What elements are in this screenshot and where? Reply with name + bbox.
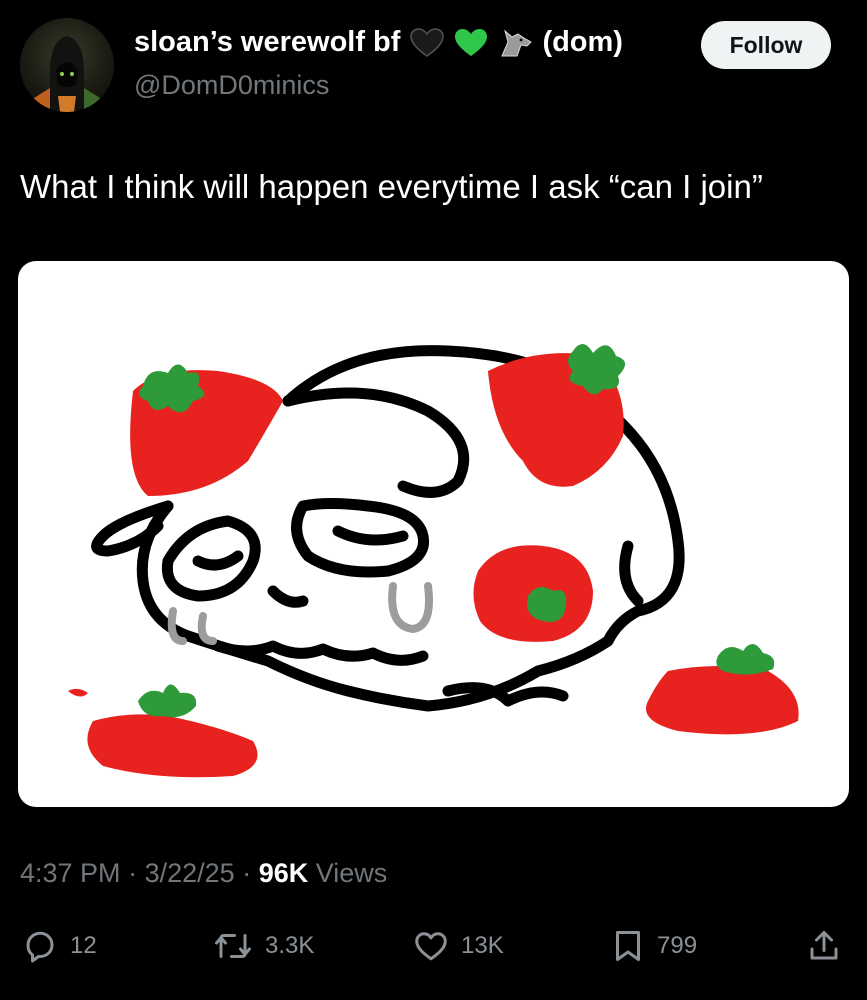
repost-button[interactable]: 3.3K [213,918,314,974]
reply-icon [26,931,54,963]
tweet-text: What I think will happen everytime I ask… [20,168,763,205]
like-button[interactable]: 13K [413,918,504,974]
black-heart-icon [410,27,445,57]
green-heart-icon [455,28,488,56]
bookmark-icon [616,931,640,961]
repost-count: 3.3K [265,932,315,959]
avatar-image [30,36,104,112]
like-count: 13K [461,932,504,959]
reply-count: 12 [70,932,97,959]
avatar[interactable] [20,18,114,112]
views-count: 96K [258,858,309,888]
skull-strawberry-drawing [68,343,799,778]
share-button[interactable] [806,918,842,974]
tweet-date[interactable]: 3/22/25 [145,858,235,888]
display-name-suffix: (dom) [542,26,623,58]
share-icon [810,931,838,960]
follow-button[interactable]: Follow [701,21,831,69]
user-handle[interactable]: @DomD0minics [134,70,329,101]
views-label: Views [315,858,388,888]
tweet-image[interactable] [18,261,849,807]
like-icon [415,932,447,961]
wolf-icon [501,29,533,56]
tweet-time[interactable]: 4:37 PM [20,858,121,888]
meta-separator: · [128,858,138,888]
tweet-meta: 4:37 PM · 3/22/25 · 96K Views [20,858,387,889]
action-bar: 12 3.3K 13K 799 [0,918,867,974]
bookmark-button[interactable]: 799 [611,918,697,974]
display-name[interactable]: sloan’s werewolf bf [134,26,400,59]
bookmark-count: 799 [657,932,698,959]
meta-separator: · [242,858,252,888]
display-name-row[interactable]: sloan’s werewolf bf (dom) [134,26,623,59]
repost-icon [215,934,251,958]
reply-button[interactable]: 12 [22,918,97,974]
